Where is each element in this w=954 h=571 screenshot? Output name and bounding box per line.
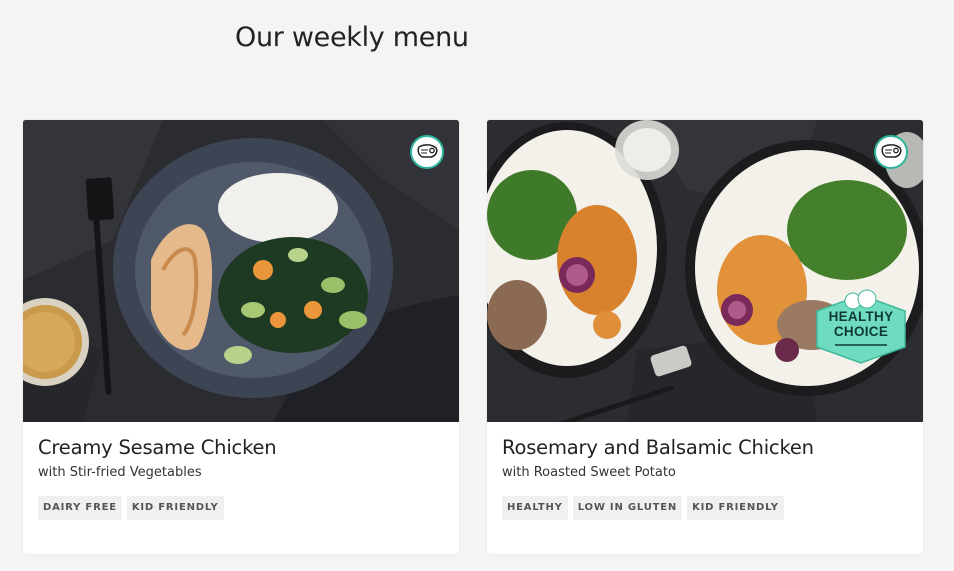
recipe-photo[interactable] xyxy=(23,120,459,422)
tag-healthy: HEALTHY xyxy=(502,496,568,520)
recipe-card-creamy-sesame-chicken[interactable]: Creamy Sesame Chicken with Stir-fried Ve… xyxy=(23,120,459,554)
tag-kid-friendly: KID FRIENDLY xyxy=(687,496,784,520)
tag-low-in-gluten: LOW IN GLUTEN xyxy=(572,496,683,520)
meat-icon xyxy=(874,135,908,169)
recipe-photo[interactable]: HEALTHY CHOICE xyxy=(487,120,923,422)
meat-icon xyxy=(410,135,444,169)
healthy-choice-badge: HEALTHY CHOICE xyxy=(815,285,911,365)
recipe-name[interactable]: Rosemary and Balsamic Chicken xyxy=(502,436,908,459)
badge-line-1: HEALTHY xyxy=(828,309,894,324)
tag-list: HEALTHY LOW IN GLUTEN KID FRIENDLY xyxy=(502,496,908,520)
tag-list: DAIRY FREE KID FRIENDLY xyxy=(38,496,444,520)
recipe-card-rosemary-balsamic-chicken[interactable]: HEALTHY CHOICE Rosemary and Balsamic Chi… xyxy=(487,120,923,554)
tag-dairy-free: DAIRY FREE xyxy=(38,496,122,520)
tag-kid-friendly: KID FRIENDLY xyxy=(126,496,224,520)
badge-line-2: CHOICE xyxy=(833,324,889,339)
recipe-subtitle: with Stir-fried Vegetables xyxy=(38,465,202,480)
page-title: Our weekly menu xyxy=(235,22,469,53)
recipe-name[interactable]: Creamy Sesame Chicken xyxy=(38,436,444,459)
recipe-subtitle: with Roasted Sweet Potato xyxy=(502,465,676,480)
